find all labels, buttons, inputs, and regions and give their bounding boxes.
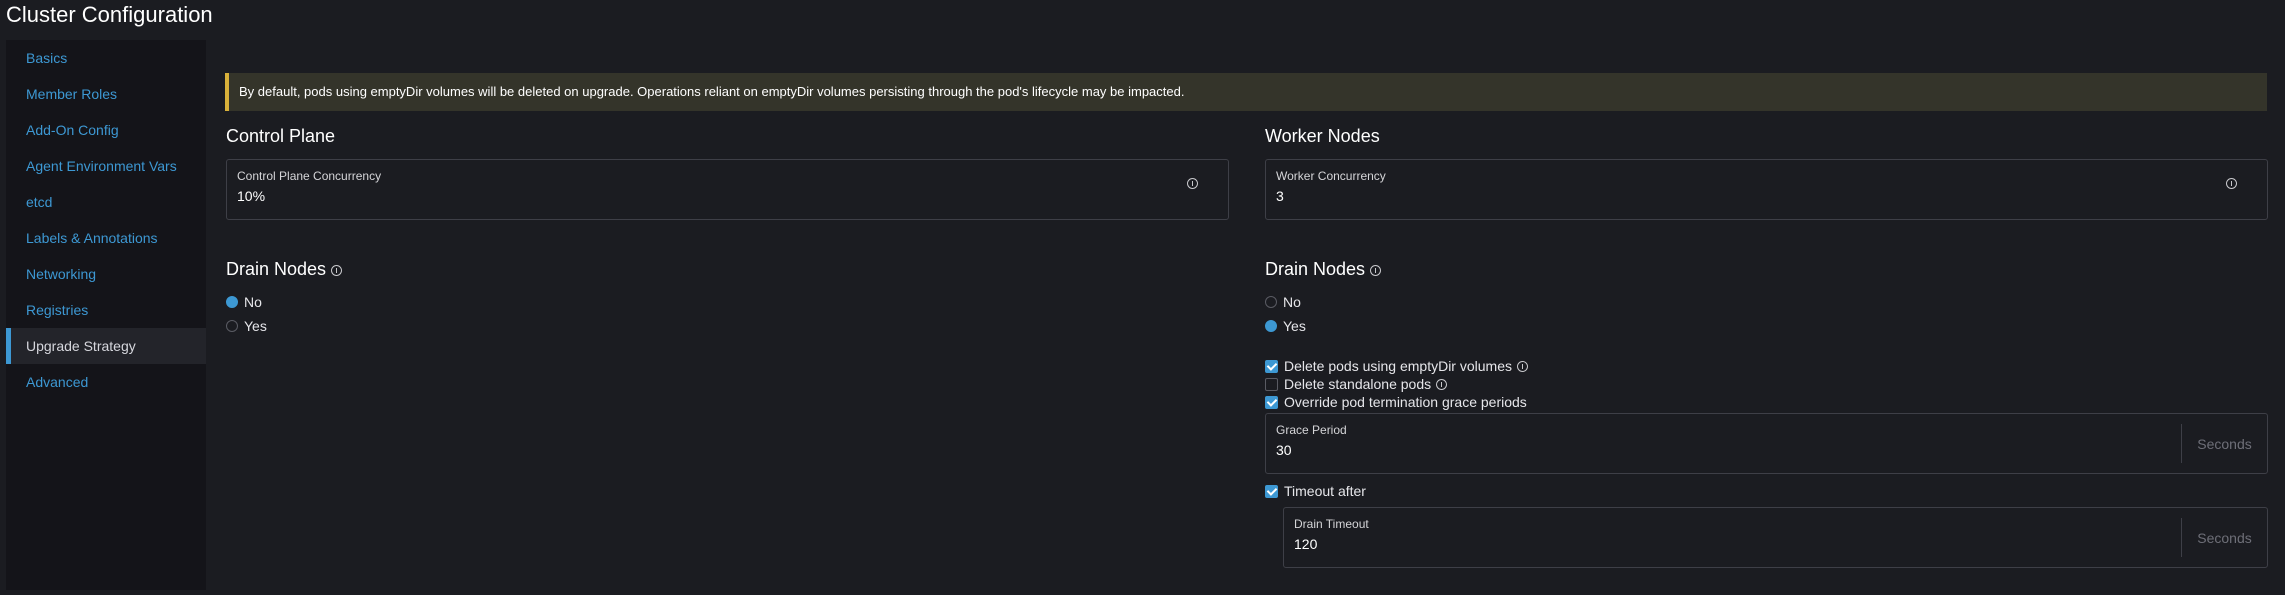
worker-drain-label: Drain Nodes bbox=[1265, 259, 1366, 279]
control-plane-concurrency-input[interactable]: Control Plane Concurrency 10% bbox=[226, 159, 1229, 220]
sidebar: Basics Member Roles Add-On Config Agent … bbox=[6, 40, 206, 590]
sidebar-item-agent-env-vars[interactable]: Agent Environment Vars bbox=[6, 148, 206, 184]
checkbox-checked-icon[interactable] bbox=[1265, 359, 1278, 373]
info-icon[interactable] bbox=[1370, 264, 1382, 276]
drain-timeout-label: Drain Timeout bbox=[1294, 517, 1369, 531]
worker-concurrency-value: 3 bbox=[1276, 188, 1284, 204]
grace-period-input[interactable]: Grace Period 30 Seconds bbox=[1265, 413, 2268, 474]
radio-selected-icon[interactable] bbox=[1265, 320, 1277, 332]
checkbox-label: Timeout after bbox=[1284, 483, 1366, 499]
sidebar-item-upgrade-strategy[interactable]: Upgrade Strategy bbox=[6, 328, 206, 364]
timeout-after-checkbox[interactable]: Timeout after bbox=[1265, 483, 1366, 499]
sidebar-item-add-on-config[interactable]: Add-On Config bbox=[6, 112, 206, 148]
checkbox-checked-icon[interactable] bbox=[1265, 395, 1278, 409]
radio-label: Yes bbox=[244, 318, 267, 334]
worker-drain-no[interactable]: No bbox=[1265, 294, 1301, 310]
worker-concurrency-input[interactable]: Worker Concurrency 3 bbox=[1265, 159, 2268, 220]
info-icon[interactable] bbox=[2226, 178, 2237, 189]
checkbox-unchecked-icon[interactable] bbox=[1265, 377, 1278, 391]
grace-period-value: 30 bbox=[1276, 442, 1292, 458]
info-icon[interactable] bbox=[1517, 360, 1528, 372]
control-plane-title: Control Plane bbox=[226, 126, 336, 146]
radio-label: No bbox=[1283, 294, 1301, 310]
sidebar-item-registries[interactable]: Registries bbox=[6, 292, 206, 328]
grace-period-label: Grace Period bbox=[1276, 423, 1347, 437]
control-plane-concurrency-label: Control Plane Concurrency bbox=[237, 169, 382, 183]
sidebar-item-labels-annotations[interactable]: Labels & Annotations bbox=[6, 220, 206, 256]
info-icon[interactable] bbox=[331, 264, 343, 276]
drain-timeout-suffix: Seconds bbox=[2181, 518, 2267, 557]
radio-label: Yes bbox=[1283, 318, 1306, 334]
radio-label: No bbox=[244, 294, 262, 310]
control-plane-drain-label: Drain Nodes bbox=[226, 259, 327, 279]
radio-unselected-icon[interactable] bbox=[226, 320, 238, 332]
checkbox-label: Override pod termination grace periods bbox=[1284, 394, 1527, 410]
sidebar-item-networking[interactable]: Networking bbox=[6, 256, 206, 292]
sidebar-item-advanced[interactable]: Advanced bbox=[6, 364, 206, 400]
worker-drain-title: Drain Nodes bbox=[1265, 259, 1382, 280]
radio-selected-icon[interactable] bbox=[226, 296, 238, 308]
sidebar-item-member-roles[interactable]: Member Roles bbox=[6, 76, 206, 112]
worker-concurrency-label: Worker Concurrency bbox=[1276, 169, 1386, 183]
worker-drain-yes[interactable]: Yes bbox=[1265, 318, 1306, 334]
checkbox-checked-icon[interactable] bbox=[1265, 484, 1278, 498]
radio-unselected-icon[interactable] bbox=[1265, 296, 1277, 308]
checkbox-label: Delete pods using emptyDir volumes bbox=[1284, 358, 1512, 374]
page-title: Cluster Configuration bbox=[6, 2, 213, 27]
control-plane-drain-title: Drain Nodes bbox=[226, 259, 343, 280]
sidebar-item-etcd[interactable]: etcd bbox=[6, 184, 206, 220]
delete-emptydir-checkbox[interactable]: Delete pods using emptyDir volumes bbox=[1265, 358, 1528, 374]
delete-standalone-checkbox[interactable]: Delete standalone pods bbox=[1265, 376, 1448, 392]
control-plane-drain-no[interactable]: No bbox=[226, 294, 262, 310]
control-plane-concurrency-value: 10% bbox=[237, 188, 266, 204]
drain-timeout-value: 120 bbox=[1294, 536, 1318, 552]
info-icon[interactable] bbox=[1187, 178, 1198, 189]
info-icon[interactable] bbox=[1436, 378, 1448, 390]
sidebar-item-basics[interactable]: Basics bbox=[6, 40, 206, 76]
worker-nodes-title: Worker Nodes bbox=[1265, 126, 1380, 146]
control-plane-drain-yes[interactable]: Yes bbox=[226, 318, 267, 334]
emptydir-warning-banner: By default, pods using emptyDir volumes … bbox=[225, 73, 2267, 111]
checkbox-label: Delete standalone pods bbox=[1284, 376, 1432, 392]
grace-period-suffix: Seconds bbox=[2181, 424, 2267, 463]
override-grace-checkbox[interactable]: Override pod termination grace periods bbox=[1265, 394, 1527, 410]
drain-timeout-input[interactable]: Drain Timeout 120 Seconds bbox=[1283, 507, 2268, 568]
